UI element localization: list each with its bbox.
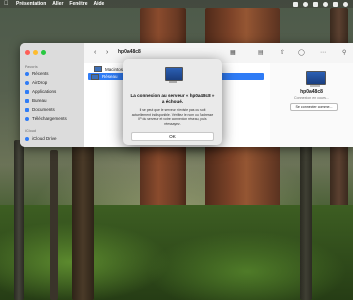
cloud-icon — [25, 136, 29, 141]
applications-icon — [25, 89, 29, 94]
sidebar-item-airdrop[interactable]: AirDrop — [25, 80, 47, 85]
window-title: hp0a48c8 — [118, 49, 141, 55]
finder-sidebar: Favoris Récents AirDrop Applications Bur… — [20, 43, 84, 147]
computer-icon — [165, 67, 183, 81]
menu-item-aller[interactable]: Aller — [52, 0, 63, 8]
ok-button[interactable]: OK — [131, 132, 214, 141]
sidebar-item-recents[interactable]: Récents — [25, 71, 49, 76]
connection-error-dialog: La connexion au serveur « hp0a48c8 » a é… — [123, 59, 222, 145]
network-icon — [91, 73, 99, 80]
group-icon[interactable]: ▤ — [258, 50, 264, 56]
tree-trunk — [300, 140, 312, 300]
more-icon[interactable]: ⋯ — [320, 50, 326, 56]
forward-icon[interactable]: › — [106, 49, 108, 57]
control-center-icon[interactable] — [333, 1, 338, 7]
menu-bar-status-area — [293, 1, 348, 7]
menu-bar:  Présentation Aller Fenêtre Aide — [0, 0, 353, 8]
disk-icon — [94, 66, 102, 72]
tree-trunk — [72, 140, 94, 300]
sidebar-section-favorites: Favoris — [25, 65, 38, 69]
sidebar-section-icloud: iCloud — [25, 129, 37, 133]
connect-as-button[interactable]: Se connecter comme... — [290, 103, 338, 111]
preview-status: Connexion en cours... — [294, 96, 329, 100]
sidebar-item-desktop[interactable]: Bureau — [25, 98, 47, 103]
battery-icon[interactable] — [313, 1, 318, 7]
sidebar-item-applications[interactable]: Applications — [25, 89, 56, 94]
dialog-message: Il se peut que le serveur n'existe pas o… — [131, 108, 214, 126]
clock-icon — [25, 71, 29, 76]
desktop-icon — [25, 98, 29, 103]
apple-menu-icon[interactable]:  — [4, 0, 10, 8]
search-icon[interactable]: ⚲ — [342, 50, 346, 56]
siri-icon[interactable] — [343, 1, 348, 7]
airdrop-icon — [25, 80, 29, 85]
window-controls — [25, 50, 46, 55]
tree-trunk — [50, 150, 58, 300]
minimize-button[interactable] — [33, 50, 38, 55]
view-mode-icon[interactable]: ▦ — [230, 50, 236, 56]
sidebar-item-downloads[interactable]: Téléchargements — [25, 116, 67, 121]
zoom-button[interactable] — [41, 50, 46, 55]
preview-name: hp0a48c8 — [300, 89, 323, 95]
dialog-title: La connexion au serveur « hp0a48c8 » a é… — [130, 93, 215, 104]
menu-item-presentation[interactable]: Présentation — [16, 0, 46, 8]
back-icon[interactable]: ‹ — [94, 49, 96, 57]
volume-icon[interactable] — [293, 1, 298, 7]
computer-stand — [310, 85, 320, 87]
search-icon[interactable] — [323, 1, 328, 7]
computer-stand — [169, 81, 177, 83]
preview-pane: hp0a48c8 Connexion en cours... Se connec… — [270, 63, 353, 147]
download-icon — [25, 116, 29, 121]
sidebar-item-icloud-drive[interactable]: iCloud Drive — [25, 136, 57, 141]
sidebar-item-documents[interactable]: Documents — [25, 107, 55, 112]
computer-icon — [306, 71, 326, 85]
document-icon — [25, 107, 29, 112]
tree-trunk — [14, 140, 24, 300]
close-button[interactable] — [25, 50, 30, 55]
menu-item-fenetre[interactable]: Fenêtre — [69, 0, 87, 8]
share-icon[interactable]: ⇧ — [280, 50, 285, 56]
menu-item-aide[interactable]: Aide — [93, 0, 104, 8]
wifi-icon[interactable] — [303, 1, 308, 7]
tag-icon[interactable]: ◯ — [298, 50, 305, 56]
